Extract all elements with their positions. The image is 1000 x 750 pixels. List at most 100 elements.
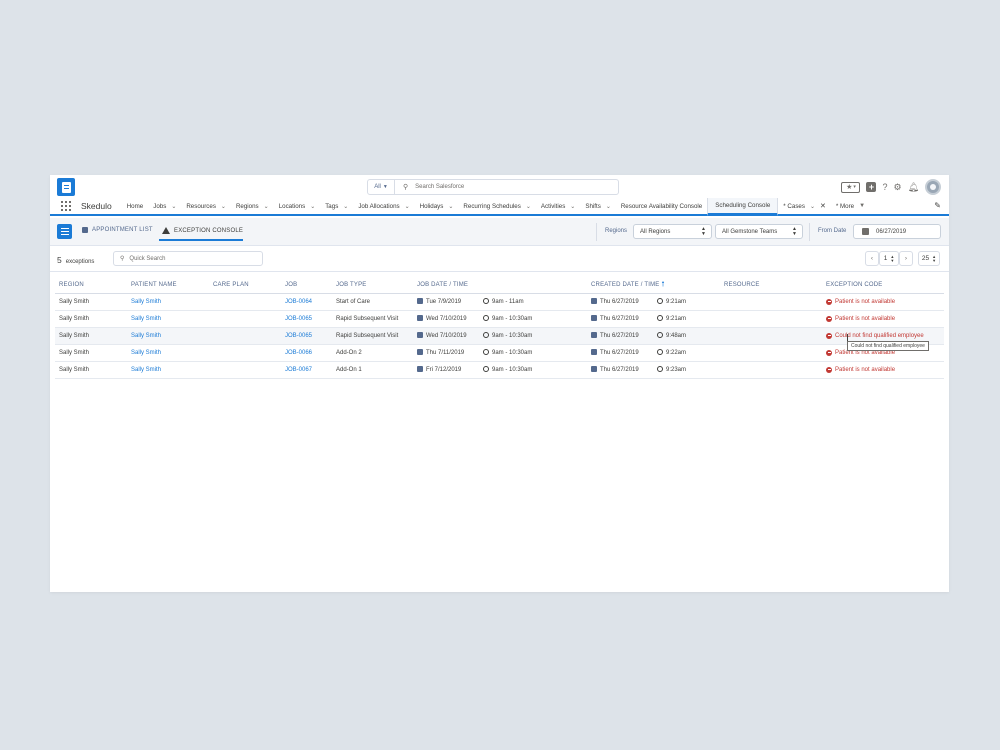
calendar-icon <box>591 332 597 338</box>
chevron-down-icon[interactable]: ⌄ <box>264 203 269 210</box>
job-link[interactable]: JOB-0067 <box>281 361 332 379</box>
close-icon[interactable]: ✕ <box>820 202 826 210</box>
exception-code-cell[interactable]: Patient is not available <box>822 293 944 311</box>
search-icon: ⚲ <box>403 184 409 191</box>
nav-item-activities[interactable]: Activities ⌄ <box>536 197 580 215</box>
region-cell: Sally Smith <box>55 293 127 311</box>
job-link[interactable]: JOB-0066 <box>281 344 332 362</box>
patient-link[interactable]: Sally Smith <box>127 327 209 345</box>
nav-item-home[interactable]: Home <box>122 197 149 215</box>
nav-item-holidays[interactable]: Holidays ⌄ <box>415 197 459 215</box>
caret-down-icon[interactable]: ▼ <box>859 203 865 209</box>
bell-icon[interactable]: 🔔︎ <box>908 182 919 193</box>
nav-item-scheduling-console[interactable]: Scheduling Console <box>707 197 779 216</box>
nav-item-resources[interactable]: Resources ⌄ <box>181 197 231 215</box>
exception-code-cell[interactable]: Patient is not available <box>822 310 944 328</box>
menu-icon[interactable] <box>57 224 72 239</box>
regions-select[interactable]: All Regions ▲ ▼ <box>633 224 712 239</box>
chevron-down-icon[interactable]: ⌄ <box>310 203 315 210</box>
job-link[interactable]: JOB-0064 <box>281 293 332 311</box>
nav-item-cases[interactable]: * Cases ⌄ ✕ <box>778 197 831 215</box>
page-size-select[interactable]: 25 ▲ ▼ <box>918 251 940 266</box>
created-time-cell: 9:21am <box>653 293 720 311</box>
table-row[interactable]: Sally Smith Sally Smith JOB-0065 Rapid Subs… <box>55 327 944 345</box>
column-header-region[interactable]: REGION <box>55 278 127 294</box>
job-link[interactable]: JOB-0065 <box>281 327 332 345</box>
table-row[interactable]: Sally Smith Sally Smith JOB-0067 Add-On 1 Fr… <box>55 361 944 379</box>
chevron-down-icon[interactable]: ⌄ <box>343 203 348 210</box>
nav-item-resource-availability-console[interactable]: Resource Availability Console <box>616 197 707 215</box>
exception-code-cell[interactable]: Patient is not available <box>822 361 944 379</box>
error-icon <box>826 366 832 373</box>
column-header-resource[interactable]: RESOURCE <box>720 278 822 294</box>
tab-exception-console[interactable]: EXCEPTION CONSOLE <box>162 227 243 234</box>
avatar[interactable] <box>925 179 941 195</box>
pencil-icon[interactable]: ✎ <box>934 201 941 210</box>
nav-item-shifts[interactable]: Shifts ⌄ <box>580 197 616 215</box>
divider <box>596 223 597 241</box>
resource-cell <box>720 327 822 345</box>
created-date-cell: Thu 6/27/2019 <box>587 327 653 345</box>
column-header-exception-code[interactable]: EXCEPTION CODE <box>822 278 944 294</box>
column-header-job-type[interactable]: JOB TYPE <box>332 278 413 294</box>
chevron-down-icon[interactable]: ⌄ <box>526 203 531 210</box>
patient-link[interactable]: Sally Smith <box>127 361 209 379</box>
prev-page-button[interactable]: ‹ <box>865 251 879 266</box>
nav-item-jobs[interactable]: Jobs ⌄ <box>148 197 181 215</box>
table-row[interactable]: Sally Smith Sally Smith JOB-0064 Start of C… <box>55 293 944 311</box>
job-time-cell: 9am - 10:30am <box>479 327 587 345</box>
patient-link[interactable]: Sally Smith <box>127 293 209 311</box>
nav-item-regions[interactable]: Regions ⌄ <box>231 197 274 215</box>
column-header-created-date-time[interactable]: CREATED DATE / TIME 🠕︎ <box>587 278 720 294</box>
chevron-down-icon[interactable]: ⌄ <box>221 203 226 210</box>
app-logo-icon[interactable] <box>57 178 75 196</box>
nav-item-locations[interactable]: Locations ⌄ <box>274 197 321 215</box>
nav-item-recurring-schedules[interactable]: Recurring Schedules ⌄ <box>458 197 535 215</box>
chevron-down-icon[interactable]: ⌄ <box>570 203 575 210</box>
tab-appointment-list[interactable]: APPOINTMENT LIST <box>82 227 153 233</box>
nav-item-tags[interactable]: Tags ⌄ <box>320 197 353 215</box>
table-header-row: REGION PATIENT NAME CARE PLAN JOB JOB TY… <box>55 278 944 294</box>
chevron-down-icon[interactable]: ⌄ <box>810 203 815 210</box>
from-date-input[interactable]: 06/27/2019 <box>853 224 941 239</box>
chevron-down-icon[interactable]: ⌄ <box>448 203 453 210</box>
created-time-cell: 9:48am <box>653 327 720 345</box>
teams-select[interactable]: All Gemstone Teams ▲ ▼ <box>715 224 803 239</box>
app-launcher-icon[interactable] <box>61 201 71 211</box>
list-toolbar: 5 exceptions ⚲ Quick Search ‹ 1 ▲ ▼ › 25 ▲ ▼ <box>50 246 949 272</box>
job-type-cell: Rapid Subsequent Visit <box>332 327 413 345</box>
resource-cell <box>720 310 822 328</box>
column-header-job-date-time[interactable]: JOB DATE / TIME <box>413 278 587 294</box>
calendar-icon <box>417 332 423 338</box>
nav-item-more[interactable]: * More ▼ <box>831 197 870 215</box>
calendar-icon <box>591 298 597 304</box>
created-date-cell: Thu 6/27/2019 <box>587 361 653 379</box>
care-plan-cell <box>209 361 281 379</box>
next-page-button[interactable]: › <box>899 251 913 266</box>
help-icon[interactable]: ? <box>882 182 887 192</box>
column-header-care-plan[interactable]: CARE PLAN <box>209 278 281 294</box>
chevron-down-icon[interactable]: ⌄ <box>171 203 176 210</box>
patient-link[interactable]: Sally Smith <box>127 344 209 362</box>
job-link[interactable]: JOB-0065 <box>281 310 332 328</box>
column-header-patient-name[interactable]: PATIENT NAME <box>127 278 209 294</box>
chevron-down-icon[interactable]: ⌄ <box>606 203 611 210</box>
page-number-select[interactable]: 1 ▲ ▼ <box>879 251 899 266</box>
sort-ascending-icon[interactable]: 🠕︎ <box>661 281 664 288</box>
table-row[interactable]: Sally Smith Sally Smith JOB-0066 Add-On 2 Th… <box>55 344 944 362</box>
created-time-cell: 9:23am <box>653 361 720 379</box>
job-time-cell: 9am - 10:30am <box>479 344 587 362</box>
column-header-job[interactable]: JOB <box>281 278 332 294</box>
gear-icon[interactable]: ⚙ <box>893 182 901 193</box>
global-actions-plus-icon[interactable]: + <box>866 182 877 192</box>
patient-link[interactable]: Sally Smith <box>127 310 209 328</box>
table-row[interactable]: Sally Smith Sally Smith JOB-0065 Rapid Subs… <box>55 310 944 328</box>
search-scope-select[interactable]: All ▼ <box>368 180 395 194</box>
quick-search-input[interactable]: ⚲ Quick Search <box>113 251 263 266</box>
favorites-star-icon[interactable]: ★ ▾ <box>841 181 861 193</box>
chevron-down-icon[interactable]: ⌄ <box>405 203 410 210</box>
search-input[interactable]: Search Salesforce <box>415 184 464 190</box>
job-time-cell: 9am - 10:30am <box>479 310 587 328</box>
nav-item-job-allocations[interactable]: Job Allocations ⌄ <box>353 197 414 215</box>
global-search[interactable]: All ▼ ⚲ Search Salesforce <box>367 179 619 195</box>
